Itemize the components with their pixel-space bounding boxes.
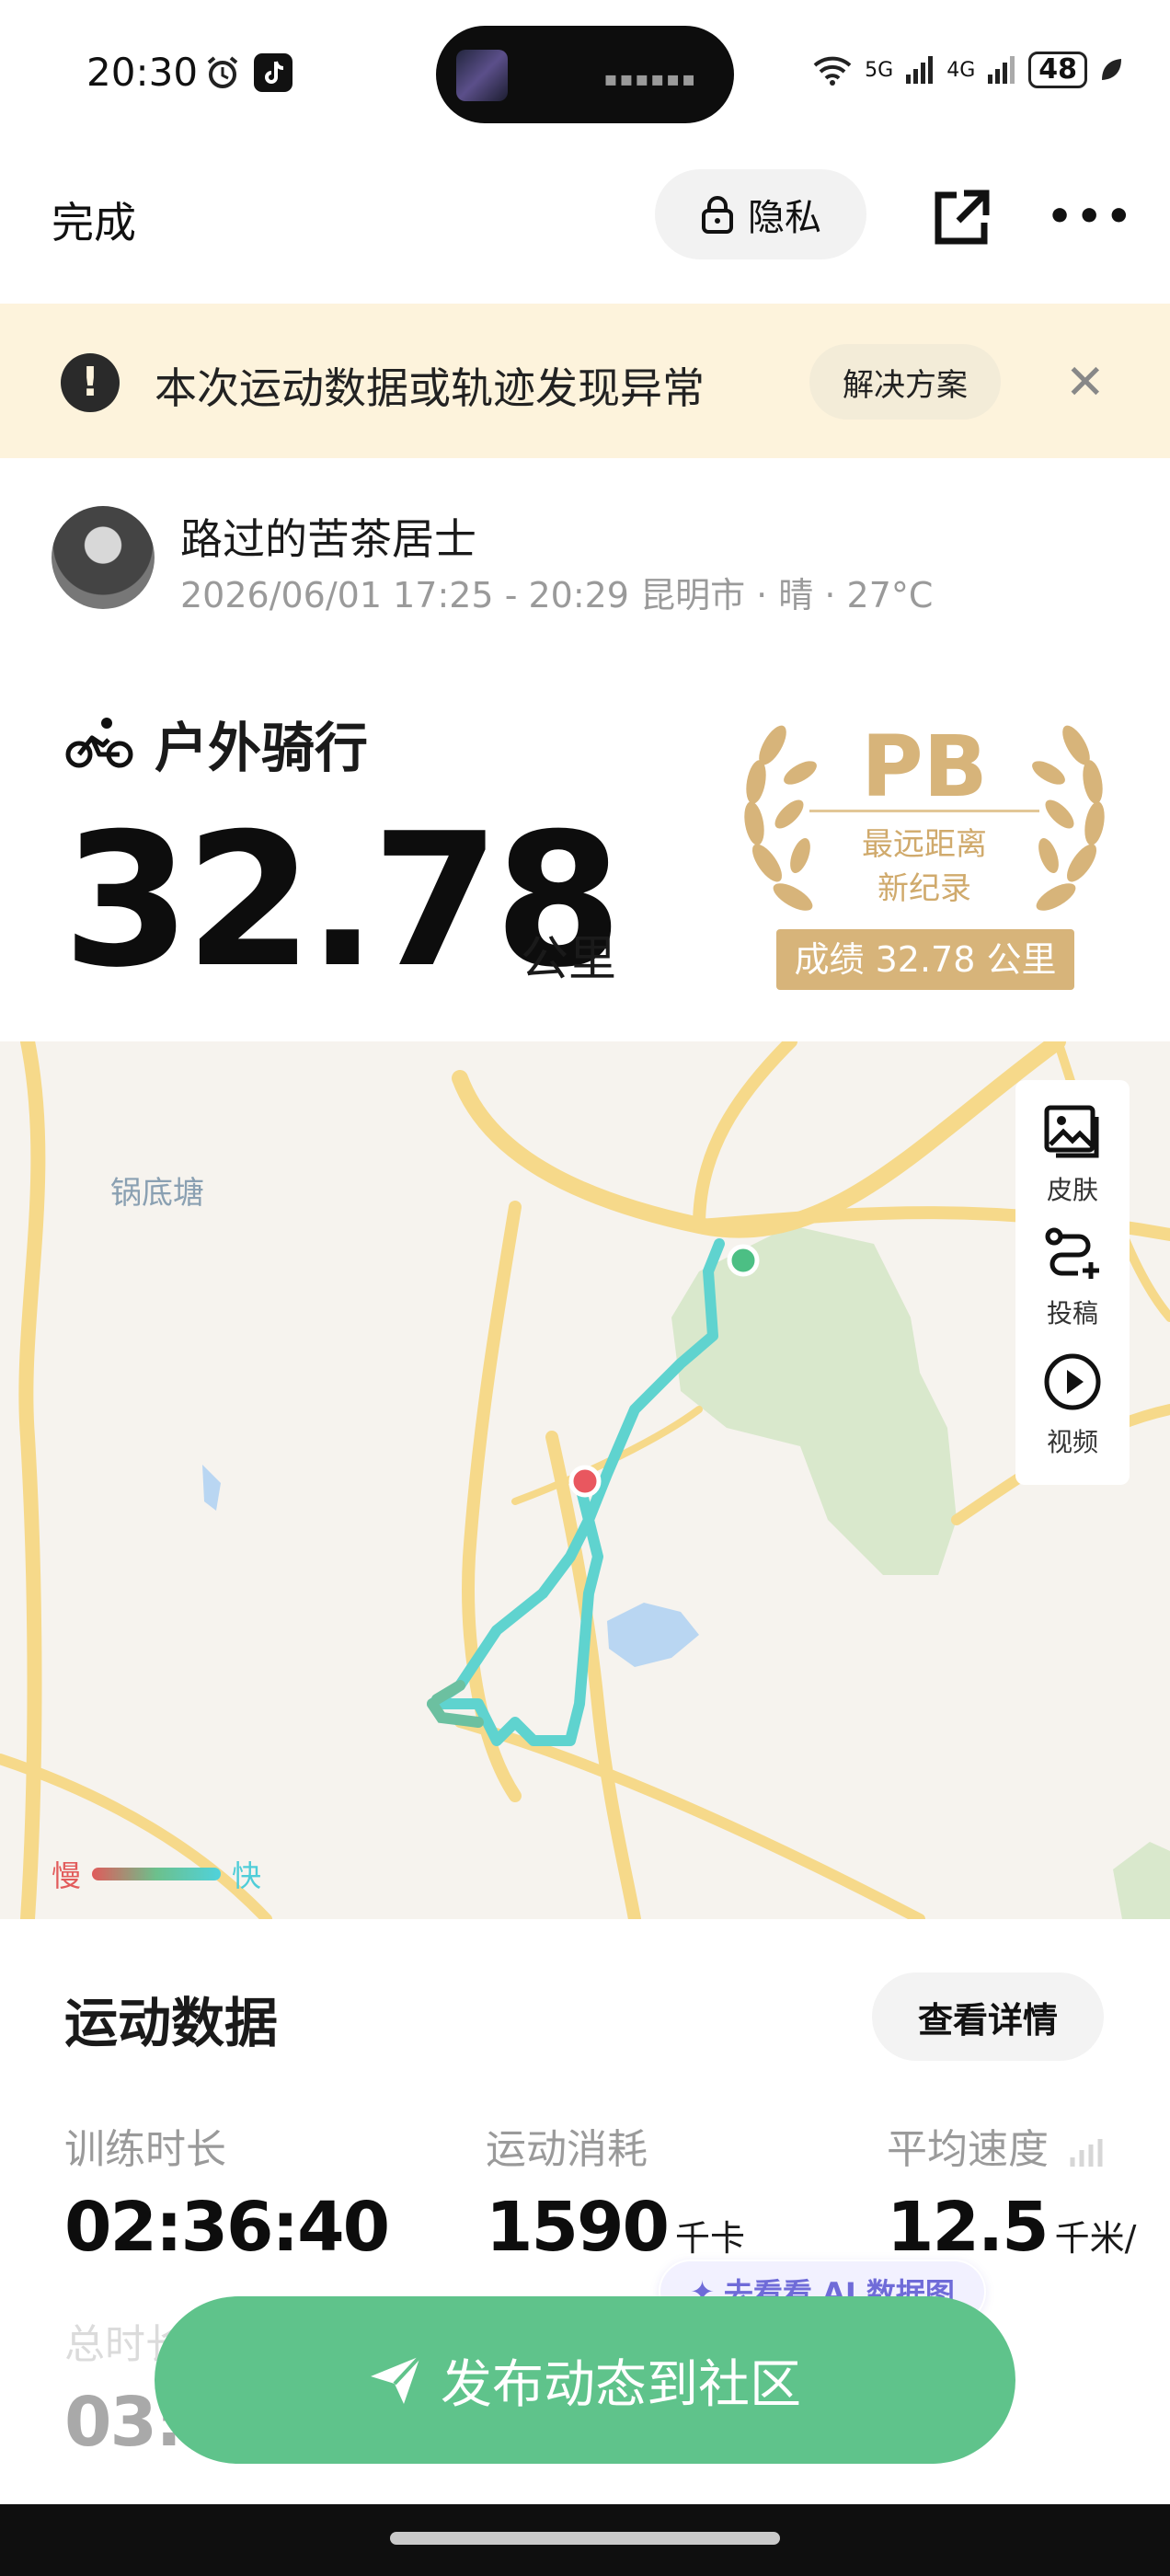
home-indicator[interactable] — [390, 2532, 780, 2545]
stat-value: 1590 — [486, 2188, 670, 2267]
play-icon — [1044, 1353, 1101, 1410]
activity-type-label: 户外骑行 — [155, 717, 369, 779]
pb-subtitle: 最远距离 新纪录 — [736, 822, 1113, 911]
map-canvas: 锅底塘 — [0, 1041, 1170, 1919]
stat-calories: 运动消耗 1590 千卡 — [486, 2116, 745, 2267]
pond — [202, 1465, 221, 1511]
signal-5g-label: 5G — [865, 58, 894, 82]
activity-type: 户外骑行 — [64, 705, 368, 782]
publish-label: 发布动态到社区 — [441, 2354, 801, 2415]
warning-icon: ! — [61, 353, 120, 412]
now-playing-thumbnail — [456, 50, 508, 101]
view-details-button[interactable]: 查看详情 — [872, 1972, 1104, 2061]
route-end-marker — [568, 1465, 602, 1498]
signal-icon — [906, 56, 934, 84]
skin-tool[interactable]: 皮肤 — [1015, 1104, 1130, 1207]
close-icon[interactable]: ✕ — [1065, 355, 1106, 410]
map-place-label: 锅底塘 — [110, 1176, 204, 1211]
pb-title: PB — [861, 718, 988, 816]
more-icon[interactable]: ••• — [1047, 193, 1135, 240]
pb-line-2: 新纪录 — [878, 870, 971, 907]
activity-meta: 2026/06/01 17:25 - 20:29 昆明市 · 晴 · 27°C — [180, 575, 934, 615]
user-name[interactable]: 路过的苦茶居士 — [180, 506, 476, 567]
wifi-icon — [813, 56, 852, 86]
alarm-icon — [207, 56, 238, 88]
dynamic-island[interactable]: ▪▪▪▪▪▪ — [436, 26, 734, 123]
audio-wave-icon: ▪▪▪▪▪▪ — [603, 68, 697, 91]
stat-label: 运动消耗 — [486, 2126, 648, 2173]
submit-tool[interactable]: 投稿 — [1015, 1227, 1130, 1330]
stats-title: 运动数据 — [64, 1992, 279, 2054]
stat-training-duration: 训练时长 02:36:40 — [64, 2116, 390, 2267]
banner-message: 本次运动数据或轨迹发现异常 — [155, 363, 705, 413]
video-tool[interactable]: 视频 — [1015, 1352, 1130, 1459]
chart-bars-icon — [1070, 2139, 1103, 2167]
stat-label-row: 平均速度 — [887, 2116, 1170, 2175]
status-notification-icons — [204, 53, 292, 92]
status-time: 20:30 — [86, 50, 199, 95]
lock-icon — [702, 196, 733, 234]
status-bar: 20:30 ▪▪▪▪▪▪ 5G 4G 48 — [0, 0, 1170, 147]
stat-label: 训练时长 — [64, 2126, 226, 2173]
pb-line-1: 最远距离 — [862, 826, 987, 863]
skin-tool-label: 皮肤 — [1046, 1175, 1098, 1205]
tiktok-icon — [254, 53, 292, 92]
image-icon — [1044, 1105, 1099, 1158]
legend-gradient-bar — [92, 1868, 222, 1880]
anomaly-warning-banner: ! 本次运动数据或轨迹发现异常 解决方案 ✕ — [0, 304, 1170, 458]
map-tools-panel: 皮肤 投稿 视频 — [1015, 1080, 1130, 1485]
distance-unit: 公里 — [521, 932, 617, 987]
solution-button[interactable]: 解决方案 — [809, 344, 1001, 420]
privacy-label: 隐私 — [748, 197, 821, 239]
legend-fast-label: 快 — [232, 1858, 262, 1893]
publish-to-community-button[interactable]: 发布动态到社区 — [155, 2296, 1015, 2464]
legend-slow-label: 慢 — [52, 1858, 82, 1893]
video-tool-label: 视频 — [1046, 1427, 1098, 1457]
pb-divider — [809, 810, 1039, 812]
lake — [607, 1603, 699, 1667]
status-system-icons: 5G 4G 48 — [811, 52, 1124, 88]
submit-tool-label: 投稿 — [1046, 1298, 1098, 1328]
bicycle-icon — [65, 718, 133, 768]
route-add-icon — [1045, 1227, 1099, 1279]
pb-result: 成绩 32.78 公里 — [776, 929, 1074, 990]
route-map[interactable]: 锅底塘 — [0, 1041, 1170, 1919]
signal-4g-label: 4G — [946, 58, 976, 82]
stat-label: 平均速度 — [887, 2126, 1049, 2173]
top-nav: 完成 隐私 ••• — [0, 147, 1170, 304]
park-area-2 — [1113, 1842, 1170, 1919]
send-icon — [371, 2354, 422, 2404]
signal-icon-2 — [988, 56, 1015, 84]
leaf-icon — [1102, 59, 1121, 80]
privacy-button[interactable]: 隐私 — [655, 169, 866, 259]
battery-indicator: 48 — [1028, 52, 1087, 88]
stat-value: 12.5 — [887, 2188, 1050, 2267]
share-icon[interactable] — [929, 186, 993, 250]
done-button[interactable]: 完成 — [52, 190, 136, 250]
avatar[interactable] — [52, 506, 155, 609]
pb-badge[interactable]: PB 最远距离 新纪录 成绩 32.78 公里 — [736, 708, 1113, 994]
system-navigation-bar — [0, 2504, 1170, 2576]
stat-value: 02:36:40 — [64, 2188, 390, 2267]
stat-unit: 千卡 — [674, 2218, 745, 2259]
speed-legend: 慢 快 — [52, 1853, 261, 1895]
route-start-marker — [727, 1244, 760, 1277]
